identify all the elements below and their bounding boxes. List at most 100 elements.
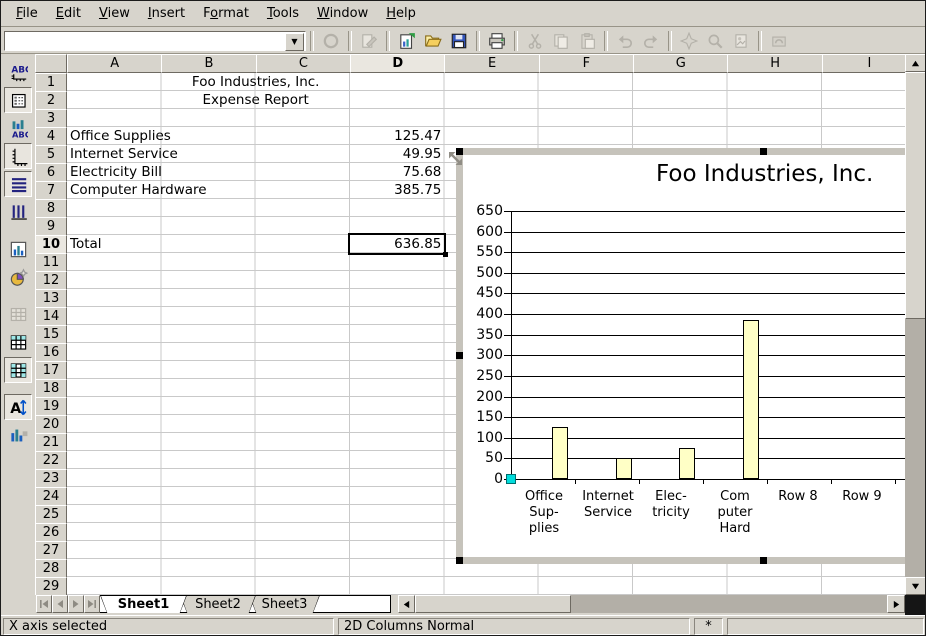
row-header-5[interactable]: 5	[35, 145, 67, 164]
column-header-g[interactable]: G	[633, 54, 728, 73]
next-sheet-button[interactable]	[68, 595, 84, 613]
cell-D6[interactable]: 75.68	[350, 163, 444, 181]
open-button[interactable]	[421, 30, 445, 52]
fill-handle[interactable]	[443, 252, 448, 257]
row-header-13[interactable]: 13	[35, 289, 67, 308]
chart-object[interactable]: Foo Industries, Inc. 0501001502002503003…	[456, 148, 905, 564]
scroll-right-button[interactable]	[887, 595, 905, 613]
cell-A4[interactable]: Office Supplies	[67, 127, 161, 145]
cell-selection-border[interactable]	[348, 233, 446, 255]
row-header-11[interactable]: 11	[35, 253, 67, 272]
x-axis-label-5[interactable]: Row 8	[765, 489, 831, 505]
y-axis-label-50[interactable]: 50	[465, 450, 503, 466]
row-header-4[interactable]: 4	[35, 127, 67, 146]
legend-button[interactable]	[4, 87, 32, 113]
cell-D4[interactable]: 125.47	[350, 127, 444, 145]
horizontal-grid-button[interactable]	[4, 171, 32, 197]
scroll-up-button[interactable]	[905, 54, 926, 72]
row-header-15[interactable]: 15	[35, 325, 67, 344]
scroll-down-button[interactable]	[905, 577, 926, 595]
column-header-a[interactable]: A	[67, 54, 162, 73]
row-header-27[interactable]: 27	[35, 541, 67, 560]
vertical-scrollbar[interactable]	[905, 54, 926, 595]
y-axis-label-450[interactable]: 450	[465, 285, 503, 301]
column-header-i[interactable]: I	[822, 54, 905, 73]
row-header-29[interactable]: 29	[35, 577, 67, 595]
chart-title-button[interactable]: ABC	[4, 59, 32, 85]
x-axis-label-4[interactable]: ComputerHard	[702, 489, 768, 537]
row-header-23[interactable]: 23	[35, 469, 67, 488]
row-header-6[interactable]: 6	[35, 163, 67, 182]
chart-type-button[interactable]	[4, 236, 32, 262]
chart-title[interactable]: Foo Industries, Inc.	[656, 161, 873, 187]
row-header-20[interactable]: 20	[35, 415, 67, 434]
row-header-9[interactable]: 9	[35, 217, 67, 236]
data-in-columns-button[interactable]	[4, 357, 32, 383]
first-sheet-button[interactable]	[36, 595, 52, 613]
row-header-22[interactable]: 22	[35, 451, 67, 470]
last-sheet-button[interactable]	[84, 595, 100, 613]
y-axis-line[interactable]	[511, 211, 512, 480]
y-axis-label-550[interactable]: 550	[465, 244, 503, 260]
menu-insert[interactable]: Insert	[139, 4, 194, 23]
row-header-17[interactable]: 17	[35, 361, 67, 380]
menu-file[interactable]: File	[7, 4, 47, 23]
scale-text-button[interactable]: A	[4, 394, 32, 420]
cell-D5[interactable]: 49.95	[350, 145, 444, 163]
row-header-12[interactable]: 12	[35, 271, 67, 290]
chart-canvas[interactable]: Foo Industries, Inc. 0501001502002503003…	[463, 155, 905, 557]
menu-help[interactable]: Help	[377, 4, 425, 23]
row-header-10[interactable]: 10	[35, 235, 67, 254]
axes-description-button[interactable]	[4, 143, 32, 169]
y-axis-label-100[interactable]: 100	[465, 430, 503, 446]
menu-tools[interactable]: Tools	[258, 4, 308, 23]
x-axis-label-6[interactable]: Row 9	[829, 489, 895, 505]
x-axis-line[interactable]	[511, 479, 905, 480]
column-header-h[interactable]: H	[727, 54, 822, 73]
row-header-3[interactable]: 3	[35, 109, 67, 128]
horizontal-scrollbar[interactable]	[398, 595, 905, 613]
row-header-2[interactable]: 2	[35, 91, 67, 110]
y-axis-label-400[interactable]: 400	[465, 306, 503, 322]
row-header-28[interactable]: 28	[35, 559, 67, 578]
cell-A10[interactable]: Total	[67, 235, 161, 253]
y-axis-label-150[interactable]: 150	[465, 409, 503, 425]
url-combobox[interactable]: ▼	[4, 31, 306, 51]
y-axis-label-650[interactable]: 650	[465, 203, 503, 219]
y-axis-label-600[interactable]: 600	[465, 224, 503, 240]
cell-B1[interactable]: Foo Industries, Inc.	[161, 73, 350, 91]
x-axis-selection-handle[interactable]	[506, 474, 516, 484]
row-header-8[interactable]: 8	[35, 199, 67, 218]
y-axis-label-0[interactable]: 0	[465, 471, 503, 487]
column-header-f[interactable]: F	[539, 54, 634, 73]
row-header-24[interactable]: 24	[35, 487, 67, 506]
chart-bar-4[interactable]	[743, 320, 759, 479]
chart-bar-2[interactable]	[616, 458, 632, 479]
column-header-c[interactable]: C	[256, 54, 351, 73]
x-axis-label-1[interactable]: OfficeSup-plies	[511, 489, 577, 537]
column-header-d[interactable]: D	[350, 54, 445, 73]
sheet-tab-sheet3[interactable]: Sheet3	[249, 595, 320, 613]
new-document-button[interactable]	[395, 30, 419, 52]
axes-title-button[interactable]: ABC	[4, 115, 32, 141]
row-header-18[interactable]: 18	[35, 379, 67, 398]
sheet-grid-area[interactable]: Foo Industries, Inc.Expense ReportOffice…	[35, 54, 905, 595]
row-header-21[interactable]: 21	[35, 433, 67, 452]
menu-view[interactable]: View	[90, 4, 139, 23]
column-header-b[interactable]: B	[161, 54, 256, 73]
chart-bar-1[interactable]	[552, 427, 568, 479]
chart-handle-top-left[interactable]	[456, 148, 463, 155]
menu-window[interactable]: Window	[308, 4, 377, 23]
horizontal-scroll-thumb[interactable]	[415, 595, 571, 613]
row-header-26[interactable]: 26	[35, 523, 67, 542]
autoformat-chart-button[interactable]	[4, 264, 32, 290]
data-in-rows-button[interactable]	[4, 329, 32, 355]
vertical-grid-button[interactable]	[4, 199, 32, 225]
row-header-25[interactable]: 25	[35, 505, 67, 524]
row-header-14[interactable]: 14	[35, 307, 67, 326]
y-axis-label-200[interactable]: 200	[465, 389, 503, 405]
y-axis-label-250[interactable]: 250	[465, 368, 503, 384]
column-header-e[interactable]: E	[444, 54, 539, 73]
cell-D7[interactable]: 385.75	[350, 181, 444, 199]
chart-handle-bottom-left[interactable]	[456, 557, 463, 564]
